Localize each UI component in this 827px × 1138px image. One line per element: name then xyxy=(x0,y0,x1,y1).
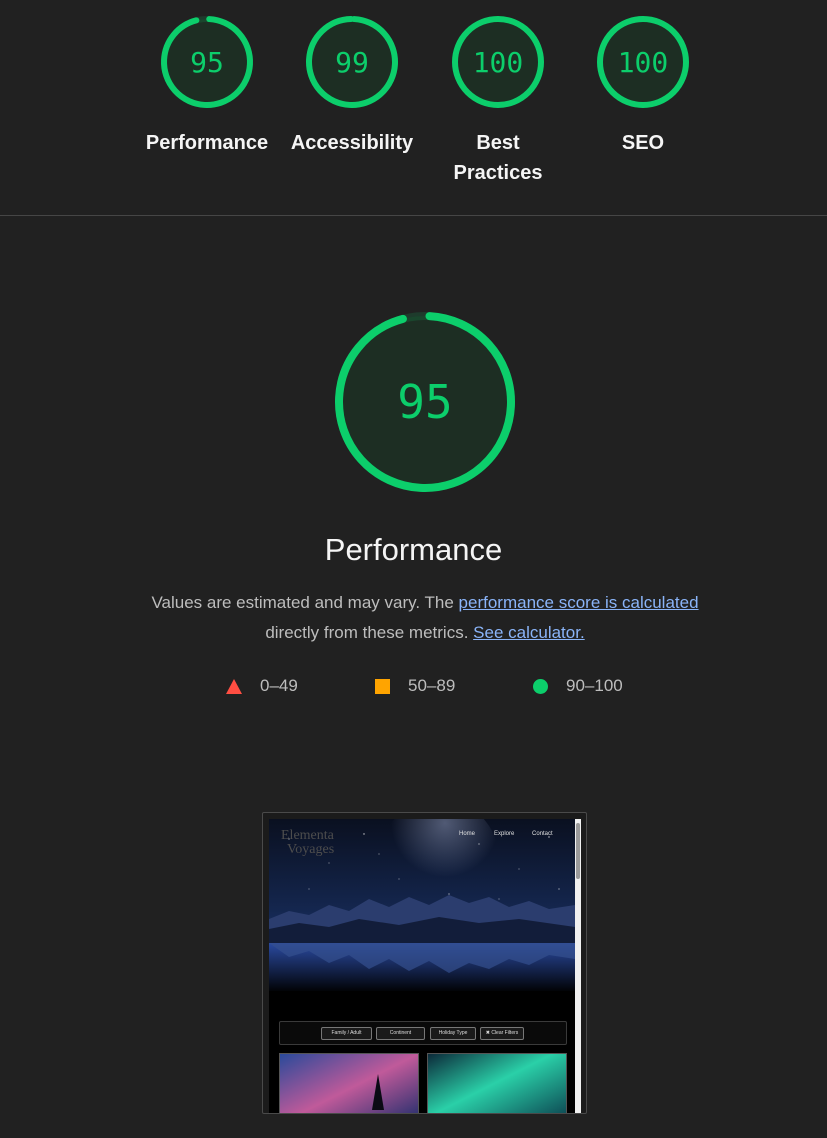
screenshot-frame: Elementa Voyages Home Explore Contact Fa… xyxy=(269,819,581,1113)
section-divider xyxy=(0,215,827,216)
legend-fail: 0–49 xyxy=(226,672,298,700)
gauge-score: 99 xyxy=(335,46,369,79)
gauge-score: 95 xyxy=(190,46,224,79)
legend-range: 50–89 xyxy=(408,676,456,695)
legend-pass: 90–100 xyxy=(533,672,623,700)
gauge-score: 100 xyxy=(473,46,524,79)
site-logo: Elementa Voyages xyxy=(281,829,334,857)
description-text: directly from these metrics. xyxy=(265,623,469,642)
performance-gauge: 95 xyxy=(335,312,515,492)
gauge-ring-icon: 100 xyxy=(597,16,689,108)
logo-line: Elementa xyxy=(281,828,334,843)
card-image xyxy=(280,1054,418,1113)
destination-card xyxy=(427,1053,567,1113)
destination-card xyxy=(279,1053,419,1113)
nav-home: Home xyxy=(459,831,476,837)
filter-bar: Family / Adult Continent Holiday Type ✖ … xyxy=(279,1021,567,1045)
lighthouse-report: 95 Performance 99 Accessibility 100 Best… xyxy=(0,0,827,1138)
gauge-label: Performance xyxy=(145,132,269,154)
card-image xyxy=(428,1054,566,1113)
legend-average: 50–89 xyxy=(375,672,455,700)
square-icon xyxy=(375,678,390,694)
final-screenshot: Elementa Voyages Home Explore Contact Fa… xyxy=(262,812,587,1114)
gauge-accessibility[interactable]: 99 Accessibility xyxy=(287,13,417,158)
section-title: Performance xyxy=(324,532,503,567)
calculator-link[interactable]: See calculator. xyxy=(473,623,585,642)
score-summary: 95 Performance 99 Accessibility 100 Best… xyxy=(0,0,827,215)
gauge-ring-icon: 95 xyxy=(161,16,253,108)
gauge-performance[interactable]: 95 Performance xyxy=(142,13,272,158)
filter-continent: Continent xyxy=(376,1027,425,1040)
gauge-best-practices[interactable]: 100 Best Practices xyxy=(433,13,563,188)
gauge-score: 100 xyxy=(618,46,669,79)
filter-clear: ✖ Clear Filters xyxy=(480,1027,524,1040)
performance-score: 95 xyxy=(397,375,452,429)
score-description: Values are estimated and may vary. The p… xyxy=(130,588,720,648)
circle-icon xyxy=(533,678,548,694)
description-text: Values are estimated and may vary. The xyxy=(151,593,459,612)
gauge-ring-icon: 100 xyxy=(452,16,544,108)
filter-holiday-type: Holiday Type xyxy=(430,1027,476,1040)
nav-contact: Contact xyxy=(532,831,553,837)
gauge-label: SEO xyxy=(621,132,665,154)
gauge-ring-icon: 99 xyxy=(306,16,398,108)
legend-range: 0–49 xyxy=(260,676,298,695)
gauge-label: Accessibility xyxy=(290,132,414,154)
triangle-icon xyxy=(226,678,242,694)
score-calculation-link[interactable]: performance score is calculated xyxy=(459,593,699,612)
logo-line: Voyages xyxy=(287,842,335,857)
legend-range: 90–100 xyxy=(566,676,623,695)
filter-family: Family / Adult xyxy=(321,1027,372,1040)
nav-explore: Explore xyxy=(494,831,515,837)
scrollbar-thumb xyxy=(576,823,580,879)
gauge-label: Best Practices xyxy=(453,132,543,184)
scrollbar xyxy=(575,819,581,1113)
gauge-seo[interactable]: 100 SEO xyxy=(578,13,708,158)
